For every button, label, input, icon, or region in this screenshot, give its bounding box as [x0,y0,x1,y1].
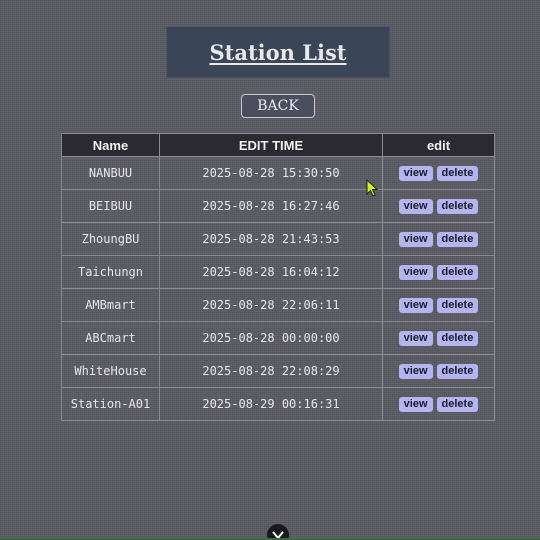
row-actions: view delete [382,156,495,190]
delete-button[interactable]: delete [436,331,479,346]
column-header-name: Name [61,133,160,157]
view-button[interactable]: view [398,364,433,379]
table-row: NANBUU 2025-08-28 15:30:50 view delete [61,156,495,190]
station-edit-time: 2025-08-28 15:30:50 [159,156,383,190]
station-edit-time: 2025-08-28 22:08:29 [159,354,383,388]
station-name: WhiteHouse [61,354,160,388]
page-title-box: Station List [166,26,390,78]
row-actions: view delete [382,222,495,256]
mouse-pointer-icon [366,179,378,197]
row-actions: view delete [382,321,495,355]
table-row: ZhoungBU 2025-08-28 21:43:53 view delete [61,222,495,256]
station-name: Taichungn [61,255,160,289]
row-actions: view delete [382,387,495,421]
delete-button[interactable]: delete [436,364,479,379]
view-button[interactable]: view [398,199,433,214]
station-edit-time: 2025-08-28 16:04:12 [159,255,383,289]
view-button[interactable]: view [398,298,433,313]
view-button[interactable]: view [398,397,433,412]
view-button[interactable]: view [398,232,433,247]
delete-button[interactable]: delete [436,265,479,280]
delete-button[interactable]: delete [436,232,479,247]
station-edit-time: 2025-08-28 22:06:11 [159,288,383,322]
station-name: BEIBUU [61,189,160,223]
station-name: Station-A01 [61,387,160,421]
row-actions: view delete [382,255,495,289]
view-button[interactable]: view [398,166,433,181]
delete-button[interactable]: delete [436,166,479,181]
table-row: ABCmart 2025-08-28 00:00:00 view delete [61,321,495,355]
view-button[interactable]: view [398,331,433,346]
station-name: ABCmart [61,321,160,355]
table-row: Station-A01 2025-08-29 00:16:31 view dele… [61,387,495,421]
row-actions: view delete [382,288,495,322]
station-name: AMBmart [61,288,160,322]
station-name: NANBUU [61,156,160,190]
delete-button[interactable]: delete [436,298,479,313]
table-row: BEIBUU 2025-08-28 16:27:46 view delete [61,189,495,223]
back-button[interactable]: BACK [241,94,315,118]
table-row: WhiteHouse 2025-08-28 22:08:29 view delet… [61,354,495,388]
table-header-row: Name EDIT TIME edit [61,133,495,157]
station-table: Name EDIT TIME edit NANBUU 2025-08-28 15… [61,133,495,421]
station-edit-time: 2025-08-28 21:43:53 [159,222,383,256]
row-actions: view delete [382,354,495,388]
table-row: Taichungn 2025-08-28 16:04:12 view delete [61,255,495,289]
station-edit-time: 2025-08-28 16:27:46 [159,189,383,223]
column-header-edit-time: EDIT TIME [159,133,383,157]
column-header-edit: edit [382,133,495,157]
delete-button[interactable]: delete [436,199,479,214]
delete-button[interactable]: delete [436,397,479,412]
view-button[interactable]: view [398,265,433,280]
row-actions: view delete [382,189,495,223]
station-edit-time: 2025-08-29 00:16:31 [159,387,383,421]
station-edit-time: 2025-08-28 00:00:00 [159,321,383,355]
station-name: ZhoungBU [61,222,160,256]
page-title: Station List [209,39,347,65]
table-row: AMBmart 2025-08-28 22:06:11 view delete [61,288,495,322]
